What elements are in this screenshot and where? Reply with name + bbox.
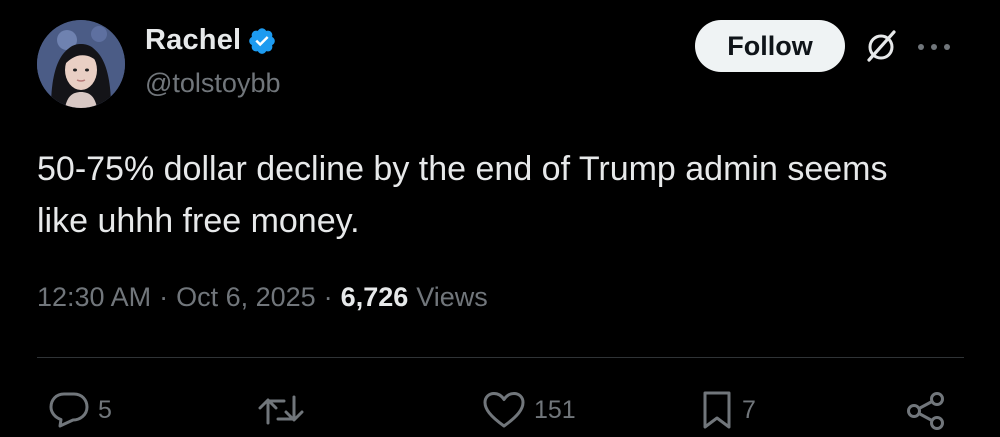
reply-icon <box>49 392 89 428</box>
bookmark-icon <box>703 391 731 429</box>
tweet-card: Rachel @tolstoybb Follow 50-75% dollar d… <box>0 0 1000 437</box>
share-button[interactable] <box>905 391 947 431</box>
reply-count: 5 <box>98 395 112 424</box>
like-button[interactable]: 151 <box>482 391 576 429</box>
verified-badge-icon <box>247 26 277 56</box>
action-bar: 5 151 7 <box>0 385 1000 435</box>
bookmark-count: 7 <box>742 395 756 424</box>
meta-separator: · <box>159 282 169 312</box>
avatar[interactable] <box>37 20 125 108</box>
share-icon <box>907 392 944 430</box>
repost-button[interactable] <box>258 393 312 427</box>
author-name[interactable]: Rachel <box>145 24 241 57</box>
meta-separator: · <box>323 282 333 312</box>
like-count: 151 <box>534 395 576 424</box>
tweet-date[interactable]: Oct 6, 2025 <box>176 282 316 313</box>
avatar-image <box>37 20 125 108</box>
tweet-time[interactable]: 12:30 AM <box>37 282 151 313</box>
heart-icon <box>483 392 525 428</box>
repost-icon <box>258 395 304 425</box>
follow-button[interactable]: Follow <box>695 20 845 72</box>
bookmark-button[interactable]: 7 <box>700 390 756 430</box>
more-icon[interactable] <box>914 32 954 62</box>
author-handle[interactable]: @tolstoybb <box>145 68 280 99</box>
reply-button[interactable]: 5 <box>48 391 112 429</box>
tweet-text: 50-75% dollar decline by the end of Trum… <box>37 150 888 240</box>
views-label: Views <box>416 282 488 312</box>
grok-icon[interactable] <box>863 28 899 64</box>
author-name-row: Rachel <box>145 24 277 57</box>
views-count: 6,726 <box>340 282 409 312</box>
divider <box>37 357 964 358</box>
tweet-meta: 12:30 AM · Oct 6, 2025 · 6,726 Views <box>37 282 488 313</box>
